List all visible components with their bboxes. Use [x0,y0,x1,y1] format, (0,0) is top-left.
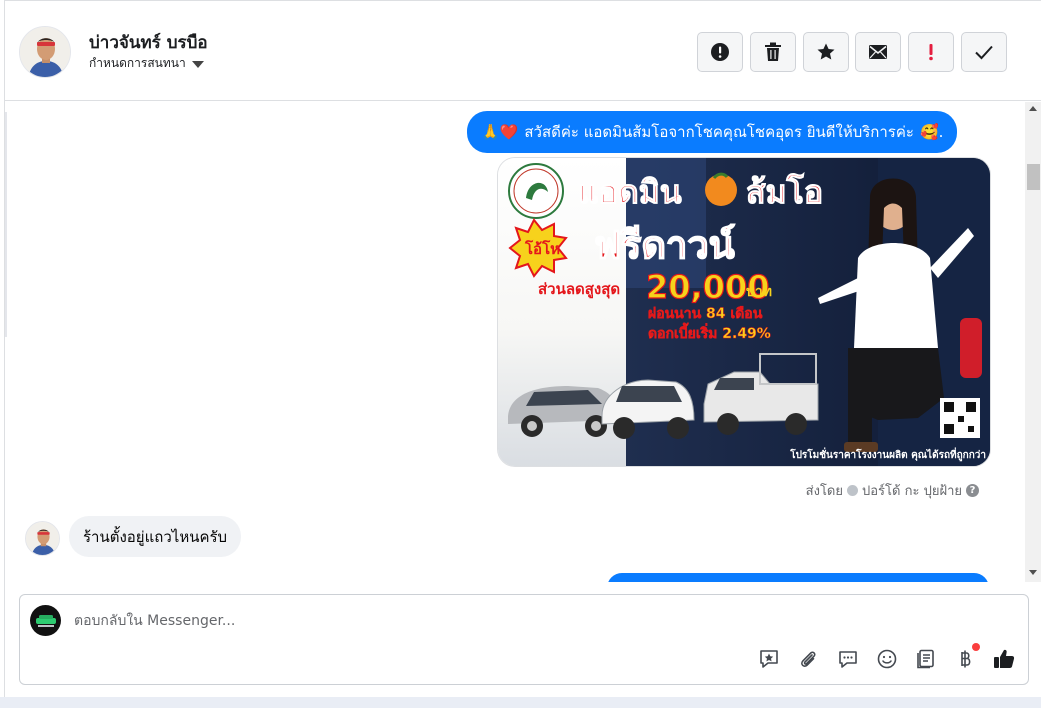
scroll-down-arrow-icon[interactable] [1029,570,1037,575]
assign-label: กำหนดการสนทนา [89,56,186,70]
follow-up-button[interactable] [908,32,954,72]
checkmark-icon [975,45,993,60]
exclamation-circle-icon [711,43,729,61]
exclamation-icon [929,44,933,61]
agent-avatar-icon [847,485,858,496]
star-button[interactable] [803,32,849,72]
scroll-thumb[interactable] [1027,164,1040,190]
message-text: ร้านตั้งอยู่แถวไหนครับ [83,527,228,546]
sent-by-label: ส่งโดย ปอร์โด้ กะ ปุยฝ้าย ? [806,480,979,501]
attachment-icon[interactable] [796,647,820,671]
mark-spam-button[interactable] [697,32,743,72]
mark-done-button[interactable] [961,32,1007,72]
mark-unread-button[interactable] [855,32,901,72]
avatar[interactable] [19,26,71,78]
reply-input[interactable] [74,609,954,633]
promo-image: แอดมิน ส้มโอ โอ้โห ฟรีดาวน์ ส่วนลดสูงสุด… [498,158,990,466]
svg-text:ส้มโอ: ส้มโอ [746,173,823,211]
svg-text:โปรโมชั่นราคาโรงงานผลิต คุณได้: โปรโมชั่นราคาโรงงานผลิต คุณได้รถที่ถูกกว… [789,447,986,462]
delete-button[interactable] [750,32,796,72]
outgoing-message-bubble[interactable] [607,573,989,582]
contact-name: บ่าวจันทร์ บรบือ [89,33,208,53]
caret-down-icon [191,61,204,68]
outgoing-message-bubble[interactable]: 🙏❤️ สวัสดีค่ะ แอดมินส้มโอจากโชคคุณโชคอุด… [467,111,958,153]
bottom-edge [0,697,1041,708]
svg-text:แอดมิน: แอดมิน [578,173,682,211]
like-icon[interactable] [992,647,1016,671]
sent-by-prefix: ส่งโดย [805,484,843,499]
svg-text:ส่วนลดสูงสุด: ส่วนลดสูงสุด [538,280,620,299]
notification-dot [972,643,980,651]
envelope-icon [869,45,887,59]
help-icon[interactable]: ? [966,484,979,497]
saved-reply-icon[interactable] [757,647,781,671]
message-thread[interactable]: 🙏❤️ สวัสดีค่ะ แอดมินส้มโอจากโชคคุณโชคอุด… [5,102,1025,582]
conversation-header: บ่าวจันทร์ บรบือ กำหนดการสนทนา [5,1,1041,101]
svg-text:บาท: บาท [746,284,772,300]
scroll-up-arrow-icon[interactable] [1029,106,1037,111]
emoji-icon[interactable] [875,647,899,671]
assign-conversation-dropdown[interactable]: กำหนดการสนทนา [89,54,204,73]
page-logo-icon [35,614,56,627]
svg-text:ฟรีดาวน์: ฟรีดาวน์ [594,223,735,267]
sent-by-agent[interactable]: ปอร์โด้ กะ ปุยฝ้าย [862,480,962,501]
svg-text:โอ้โห: โอ้โห [524,239,560,258]
notes-icon[interactable] [914,647,938,671]
svg-text:ผ่อนนาน 84 เดือน: ผ่อนนาน 84 เดือน [648,306,763,322]
promo-image-attachment[interactable]: แอดมิน ส้มโอ โอ้โห ฟรีดาวน์ ส่วนลดสูงสุด… [497,157,991,467]
emoji: 🙏❤️ [481,123,519,141]
sender-avatar[interactable] [25,521,60,556]
reply-composer [19,594,1029,685]
thread-scrollbar[interactable] [1025,102,1041,582]
star-icon [817,43,835,60]
baht-payment-icon[interactable] [953,643,980,671]
message-text: สวัสดีค่ะ แอดมินส้มโอจากโชคคุณโชคอุดร ยิ… [524,123,914,141]
conversation-panel: บ่าวจันทร์ บรบือ กำหนดการสนทนา 🙏❤️ สวัสด… [4,0,1041,697]
page-avatar [30,605,61,636]
chat-icon[interactable] [836,647,860,671]
emoji: 🥰. [919,123,944,141]
divider [5,112,7,337]
incoming-message-bubble[interactable]: ร้านตั้งอยู่แถวไหนครับ [69,516,242,557]
trash-icon [765,42,781,61]
